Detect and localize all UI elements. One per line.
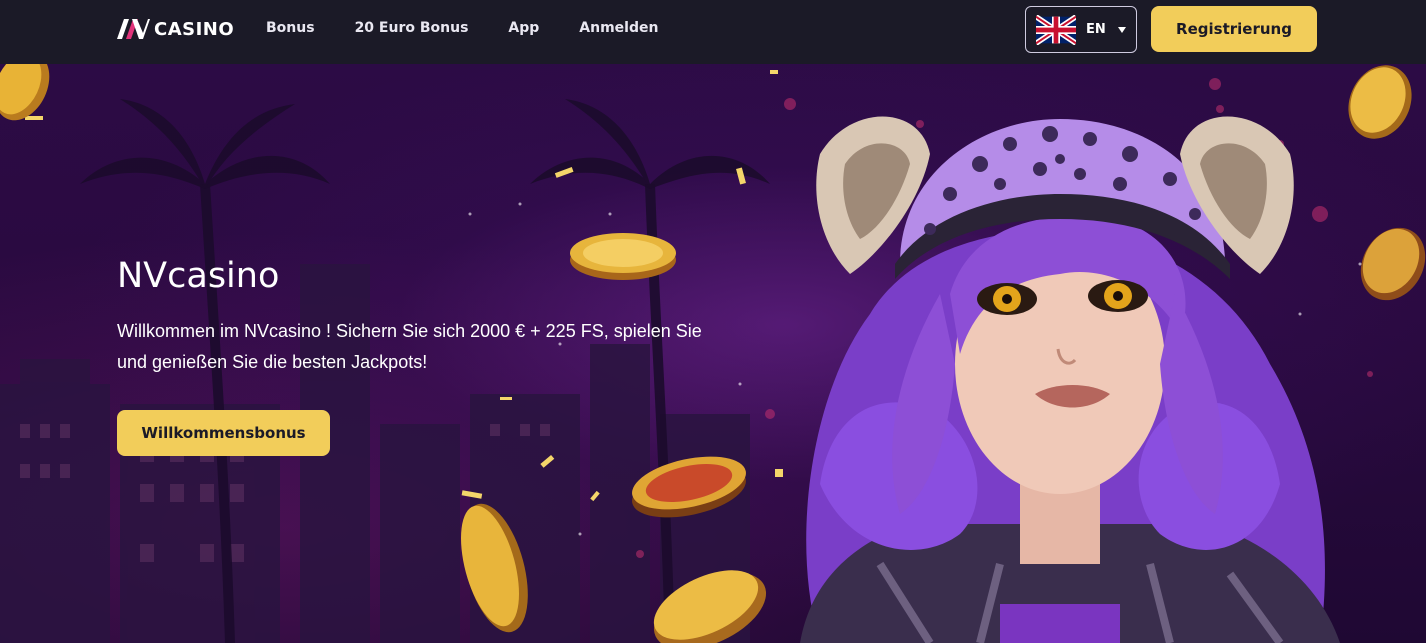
language-selector[interactable]: EN <box>1025 6 1137 53</box>
logo-text: CASINO <box>154 18 235 40</box>
register-button[interactable]: Registrierung <box>1151 6 1317 52</box>
language-code: EN <box>1086 22 1106 37</box>
main-nav: Bonus 20 Euro Bonus App Anmelden <box>266 20 698 36</box>
chevron-down-icon <box>1117 26 1126 33</box>
hero-description: Willkommen im NVcasino ! Sichern Sie sic… <box>117 321 702 372</box>
hero-banner: NVcasino Willkommen im NVcasino ! Sicher… <box>0 64 1426 643</box>
nv-logo-icon <box>117 19 150 39</box>
nav-link-bonus[interactable]: Bonus <box>266 20 315 36</box>
welcome-bonus-button[interactable]: Willkommensbonus <box>117 410 330 456</box>
hero-title: NVcasino <box>117 256 280 296</box>
top-navbar: CASINO Bonus 20 Euro Bonus App Anmelden … <box>0 0 1426 64</box>
uk-flag-icon <box>1036 14 1076 45</box>
nav-link-app[interactable]: App <box>508 20 539 36</box>
nav-link-20-euro-bonus[interactable]: 20 Euro Bonus <box>355 20 469 36</box>
site-logo[interactable]: CASINO <box>117 18 234 40</box>
nav-link-anmelden[interactable]: Anmelden <box>579 20 658 36</box>
